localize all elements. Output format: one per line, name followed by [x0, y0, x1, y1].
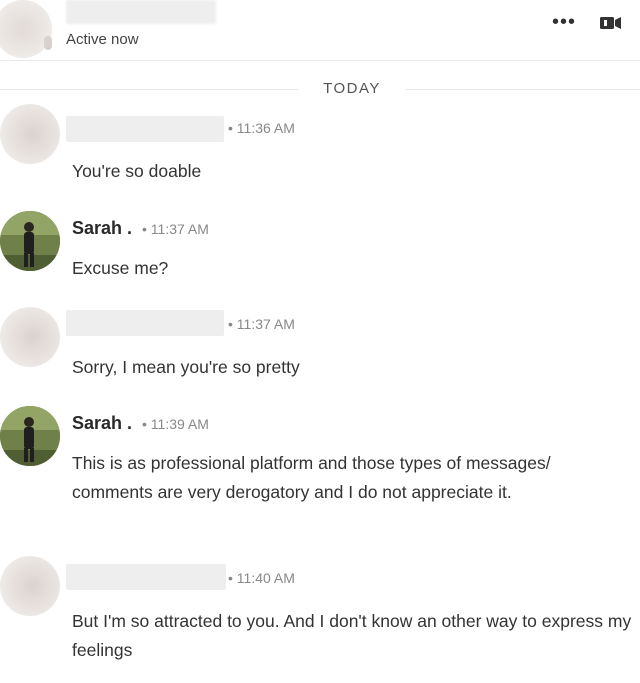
divider-line-left — [0, 89, 298, 90]
active-status: Active now — [66, 31, 139, 48]
message-timestamp: • 11:36 AM — [228, 120, 295, 136]
sender-avatar-blurred[interactable] — [0, 104, 60, 164]
sender-avatar-blurred[interactable] — [0, 556, 60, 616]
presence-indicator — [44, 36, 52, 50]
message-text: Sorry, I mean you're so pretty — [72, 357, 300, 377]
sender-name-redacted — [66, 564, 226, 590]
contact-name-redacted — [66, 0, 216, 24]
avatar-photo-icon — [0, 211, 60, 271]
sender-name[interactable]: Sarah . — [72, 413, 132, 434]
sender-avatar-blurred[interactable] — [0, 307, 60, 367]
contact-avatar-blurred[interactable] — [0, 0, 52, 58]
more-options-icon[interactable]: ••• — [552, 12, 575, 32]
divider-line-right — [406, 89, 640, 90]
message-timestamp: • 11:37 AM — [142, 221, 209, 237]
video-call-icon[interactable] — [600, 16, 622, 30]
message-text: You're so doable — [72, 161, 202, 181]
sender-avatar-photo[interactable] — [0, 406, 60, 466]
sender-name[interactable]: Sarah . — [72, 218, 132, 239]
avatar-photo-icon — [0, 406, 60, 466]
message-timestamp: • 11:37 AM — [228, 316, 295, 332]
sender-name-redacted — [66, 116, 224, 142]
message-timestamp: • 11:40 AM — [228, 570, 295, 586]
sender-avatar-photo[interactable] — [0, 211, 60, 271]
message-text: Excuse me? — [72, 258, 169, 278]
date-divider-label: TODAY — [323, 80, 381, 97]
message-timestamp: • 11:39 AM — [142, 416, 209, 432]
sender-name-redacted — [66, 310, 224, 336]
message-text: But I'm so attracted to you. And I don't… — [72, 611, 632, 660]
message-text: This is as professional platform and tho… — [72, 453, 551, 502]
conversation-header: Active now ••• — [0, 0, 640, 61]
